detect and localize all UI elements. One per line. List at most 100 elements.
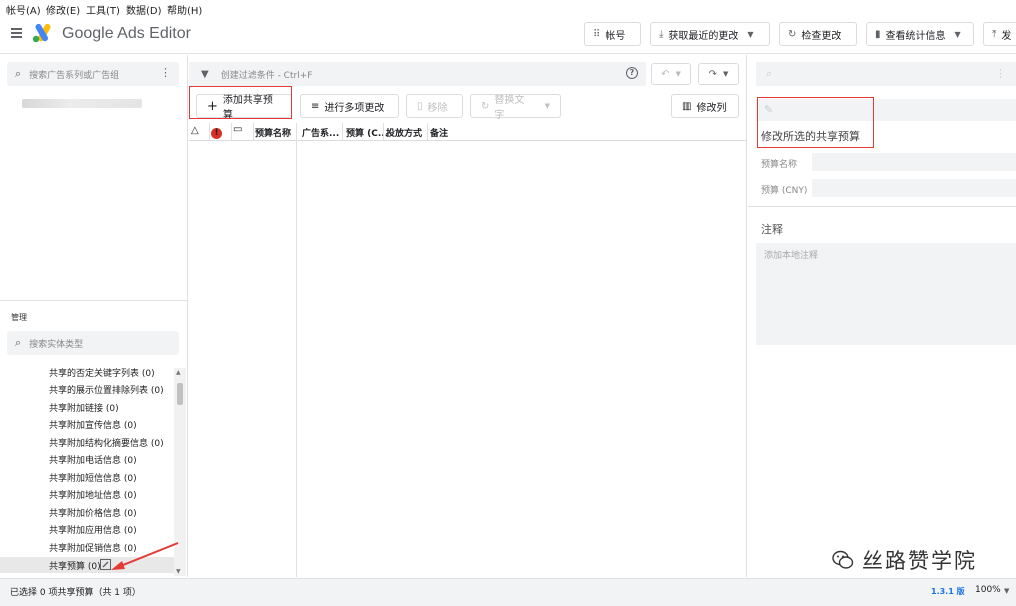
column-separator bbox=[231, 123, 232, 141]
help-icon[interactable]: ? bbox=[626, 67, 638, 79]
entity-search-placeholder: 搜索实体类型 bbox=[29, 339, 84, 350]
col-budget-amount[interactable]: 预算 (C... bbox=[346, 126, 388, 139]
accounts-button-label: 帐号 bbox=[605, 30, 626, 42]
edit-panel-search[interactable]: ⌕ ⋮ bbox=[756, 62, 1016, 86]
undo-button[interactable]: ↶ ▼ bbox=[651, 63, 691, 85]
scrollbar-thumb[interactable] bbox=[177, 383, 183, 405]
tree-item-shared-calls[interactable]: 共享附加电话信息 (0) bbox=[49, 453, 137, 466]
left-navigation-panel: ⌕ 搜索广告系列或广告组 ⋮ 管理 ⌕ 搜索实体类型 共享的否定关键字列表 (0… bbox=[0, 55, 188, 577]
search-icon: ⌕ bbox=[15, 67, 22, 80]
col-campaign[interactable]: 广告系... bbox=[302, 126, 339, 139]
version-link[interactable]: 1.3.1 版 bbox=[931, 586, 965, 597]
app-header: Google Ads Editor ⠿ 帐号 ⤓ 获取最近的更改 ▼ ↻ 检查更… bbox=[0, 17, 1016, 54]
frozen-column-separator bbox=[296, 123, 297, 577]
chevron-down-icon[interactable]: ▼ bbox=[545, 102, 550, 110]
bulk-changes-label: 进行多项更改 bbox=[324, 102, 385, 114]
view-stats-button[interactable]: ▮ 查看统计信息 ▼ bbox=[866, 22, 974, 46]
tree-item-shared-apps[interactable]: 共享附加应用信息 (0) bbox=[49, 523, 137, 536]
notes-heading: 注释 bbox=[761, 223, 783, 236]
tree-item-shared-messages[interactable]: 共享附加短信信息 (0) bbox=[49, 471, 137, 484]
scroll-up-icon[interactable]: ▲ bbox=[176, 369, 181, 376]
undo-icon: ↶ bbox=[661, 68, 670, 80]
search-icon: ⌕ bbox=[766, 67, 773, 80]
section-divider bbox=[748, 206, 1016, 207]
check-changes-button[interactable]: ↻ 检查更改 bbox=[779, 22, 857, 46]
filter-funnel-icon: ▼ bbox=[201, 68, 209, 80]
chevron-down-icon[interactable]: ▼ bbox=[723, 70, 728, 78]
menu-bar: 帐号(A) 修改(E) 工具(T) 数据(D) 帮助(H) bbox=[0, 0, 1016, 17]
more-options-icon[interactable]: ⋮ bbox=[160, 67, 171, 79]
remove-button[interactable]: ▯ 移除 bbox=[406, 94, 463, 118]
post-button[interactable]: ⤒ 发 bbox=[983, 22, 1016, 46]
columns-icon: ▥ bbox=[682, 100, 692, 112]
edit-panel: ⌕ ⋮ ✎ 修改所选的共享预算 预算名称 预算 (CNY) 注释 添加本地注释 bbox=[748, 55, 1016, 577]
tree-item-shared-negative-keyword-lists[interactable]: 共享的否定关键字列表 (0) bbox=[49, 366, 155, 379]
watermark: 丝路赞学院 bbox=[832, 545, 977, 575]
warning-triangle-icon[interactable]: △ bbox=[191, 125, 199, 136]
account-tree-item[interactable] bbox=[22, 99, 142, 108]
entity-type-search-input[interactable]: ⌕ 搜索实体类型 bbox=[7, 331, 179, 355]
more-options-icon[interactable]: ⋮ bbox=[995, 67, 1006, 80]
filter-placeholder: 创建过滤条件 - Ctrl+F bbox=[220, 70, 313, 81]
tree-item-shared-budgets[interactable]: 共享预算 (0) bbox=[49, 559, 101, 572]
upload-icon: ⤒ bbox=[992, 28, 997, 40]
tree-item-shared-callouts[interactable]: 共享附加宣传信息 (0) bbox=[49, 418, 137, 431]
replace-text-label: 替换文字 bbox=[494, 95, 525, 121]
replace-icon: ↻ bbox=[481, 100, 490, 112]
budget-amount-label: 预算 (CNY) bbox=[761, 186, 808, 196]
get-recent-changes-button[interactable]: ⤓ 获取最近的更改 ▼ bbox=[650, 22, 770, 46]
replace-text-button[interactable]: ↻ 替换文字 ▼ bbox=[470, 94, 561, 121]
selection-status: 已选择 0 项共享预算（共 1 项） bbox=[10, 588, 141, 598]
highlight-box-add-budget bbox=[189, 86, 292, 119]
redo-button[interactable]: ↷ ▼ bbox=[698, 63, 739, 85]
menu-help[interactable]: 帮助(H) bbox=[167, 2, 202, 17]
zoom-level[interactable]: 100% bbox=[975, 585, 1001, 595]
data-grid-panel: ▼ 创建过滤条件 - Ctrl+F ? ↶ ▼ ↷ ▼ + 添加共享预算 ≡ 进… bbox=[189, 55, 747, 577]
wechat-icon bbox=[832, 550, 854, 569]
tree-item-shared-locations[interactable]: 共享附加地址信息 (0) bbox=[49, 488, 137, 501]
menu-tools[interactable]: 工具(T) bbox=[86, 2, 120, 17]
tree-item-shared-prices[interactable]: 共享附加价格信息 (0) bbox=[49, 506, 137, 519]
download-icon: ⤓ bbox=[659, 28, 664, 40]
budget-name-field[interactable] bbox=[812, 153, 1016, 171]
search-icon: ⌕ bbox=[15, 336, 22, 349]
management-label: 管理 bbox=[11, 313, 27, 322]
column-separator bbox=[427, 123, 428, 141]
menu-data[interactable]: 数据(D) bbox=[126, 2, 162, 17]
make-multiple-changes-button[interactable]: ≡ 进行多项更改 bbox=[300, 94, 399, 118]
notes-placeholder: 添加本地注释 bbox=[764, 251, 819, 261]
chevron-down-icon[interactable]: ▼ bbox=[1004, 587, 1009, 595]
refresh-icon: ↻ bbox=[788, 28, 797, 40]
tree-item-shared-sitelinks[interactable]: 共享附加链接 (0) bbox=[49, 401, 119, 414]
col-notes[interactable]: 备注 bbox=[430, 126, 448, 139]
panel-divider bbox=[0, 300, 187, 301]
check-changes-label: 检查更改 bbox=[801, 30, 842, 42]
campaign-search-placeholder: 搜索广告系列或广告组 bbox=[29, 70, 120, 81]
tree-item-shared-structured-snippets[interactable]: 共享附加结构化摘要信息 (0) bbox=[49, 436, 164, 449]
highlight-box-edit-title bbox=[757, 97, 874, 148]
menu-edit[interactable]: 修改(E) bbox=[46, 2, 80, 17]
filter-input[interactable]: ▼ 创建过滤条件 - Ctrl+F ? bbox=[189, 62, 646, 86]
accounts-button[interactable]: ⠿ 帐号 bbox=[584, 22, 641, 46]
view-stats-label: 查看统计信息 bbox=[885, 30, 946, 42]
watermark-text: 丝路赞学院 bbox=[862, 549, 977, 573]
budget-name-label: 预算名称 bbox=[761, 160, 798, 170]
comment-icon[interactable]: ▭ bbox=[233, 124, 242, 135]
budget-amount-field[interactable] bbox=[812, 179, 1016, 197]
campaign-search-input[interactable]: ⌕ 搜索广告系列或广告组 ⋮ bbox=[7, 62, 179, 86]
col-budget-name[interactable]: 预算名称 bbox=[255, 126, 291, 139]
modify-columns-button[interactable]: ▥ 修改列 bbox=[671, 94, 739, 118]
chevron-down-icon[interactable]: ▼ bbox=[676, 70, 681, 78]
hamburger-menu-icon[interactable] bbox=[11, 28, 22, 38]
tree-item-shared-placement-exclusion-lists[interactable]: 共享的展示位置排除列表 (0) bbox=[49, 383, 164, 396]
grid-column-header: △ ! ▭ 预算名称 广告系... 预算 (C... 投放方式 备注 bbox=[189, 123, 747, 141]
list-plus-icon: ≡ bbox=[311, 100, 320, 112]
redo-icon: ↷ bbox=[708, 68, 717, 80]
status-bar: 已选择 0 项共享预算（共 1 项） 1.3.1 版 100% ▼ bbox=[0, 578, 1016, 606]
notes-textarea[interactable]: 添加本地注释 bbox=[756, 243, 1016, 345]
col-delivery-method[interactable]: 投放方式 bbox=[386, 126, 422, 139]
bar-chart-icon: ▮ bbox=[875, 28, 881, 40]
menu-account[interactable]: 帐号(A) bbox=[6, 2, 41, 17]
chevron-down-icon[interactable]: ▼ bbox=[747, 30, 753, 39]
chevron-down-icon[interactable]: ▼ bbox=[955, 30, 961, 39]
